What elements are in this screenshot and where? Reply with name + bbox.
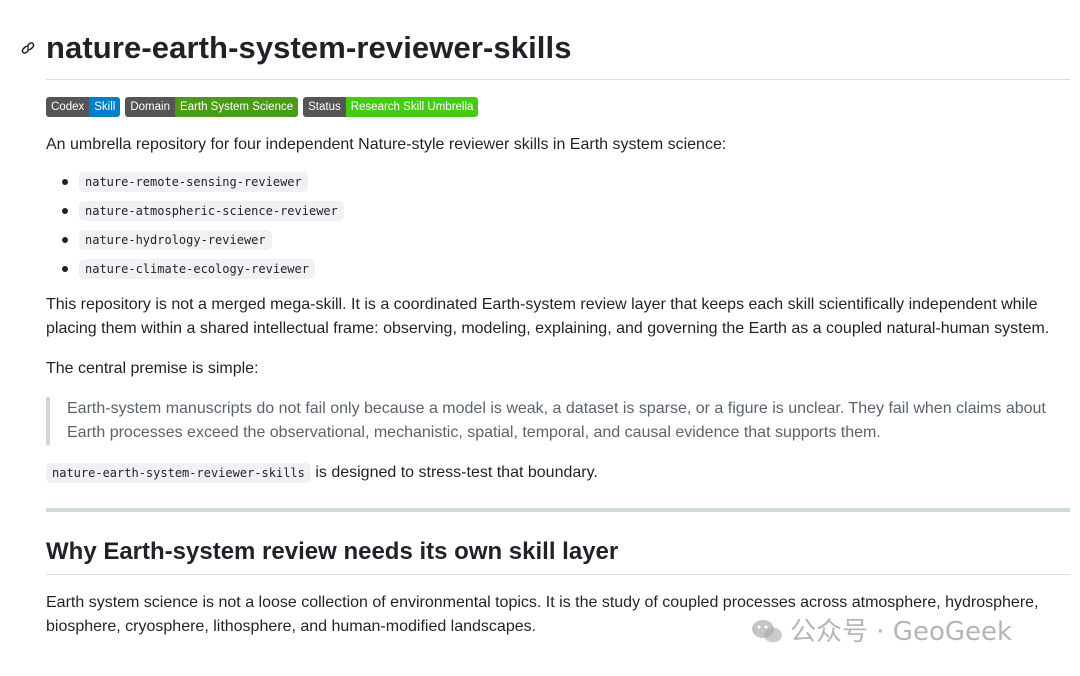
bullet xyxy=(62,266,68,272)
quote-text: Earth-system manuscripts do not fail onl… xyxy=(67,400,1046,441)
badge-value: Research Skill Umbrella xyxy=(345,97,479,117)
badge-value: Earth System Science xyxy=(174,97,299,117)
badge-key: Status xyxy=(303,97,346,117)
section-heading: Why Earth-system review needs its own sk… xyxy=(46,536,1070,575)
skill-code: nature-remote-sensing-reviewer xyxy=(79,171,308,192)
skill-code: nature-climate-ecology-reviewer xyxy=(79,258,315,279)
badge-key: Codex xyxy=(46,97,90,117)
intro-paragraph: An umbrella repository for four independ… xyxy=(46,136,727,153)
boundary-text: is designed to stress-test that boundary… xyxy=(310,464,598,481)
premise-quote: Earth-system manuscripts do not fail onl… xyxy=(46,397,1070,445)
badge-key: Domain xyxy=(125,97,175,117)
page-title: nature-earth-system-reviewer-skills xyxy=(46,30,572,65)
link-icon[interactable] xyxy=(20,40,36,56)
skill-code: nature-hydrology-reviewer xyxy=(79,229,272,250)
description-paragraph: This repository is not a merged mega-ski… xyxy=(46,296,1050,337)
badge-value: Skill xyxy=(89,97,121,117)
list-item: nature-atmospheric-science-reviewer xyxy=(46,196,1070,225)
watermark-text: 公众号 · GeoGeek xyxy=(790,617,1013,647)
section-divider xyxy=(46,508,1070,512)
badge-domain[interactable]: Domain Earth System Science xyxy=(125,97,299,117)
skill-code: nature-atmospheric-science-reviewer xyxy=(79,200,344,221)
premise-paragraph: The central premise is simple: xyxy=(46,360,259,377)
badge-status[interactable]: Status Research Skill Umbrella xyxy=(303,97,479,117)
badge-codex[interactable]: Codex Skill xyxy=(46,97,121,117)
watermark: 公众号 · GeoGeek xyxy=(750,617,1012,647)
heading-block: nature-earth-system-reviewer-skills xyxy=(21,26,1070,80)
bullet xyxy=(62,237,68,243)
bullet xyxy=(62,208,68,214)
list-item: nature-hydrology-reviewer xyxy=(46,225,1070,254)
list-item: nature-remote-sensing-reviewer xyxy=(46,167,1070,196)
boundary-paragraph: nature-earth-system-reviewer-skills is d… xyxy=(46,461,1070,485)
bullet xyxy=(62,179,68,185)
skill-list: nature-remote-sensing-reviewer nature-at… xyxy=(46,167,1070,283)
list-item: nature-climate-ecology-reviewer xyxy=(46,254,1070,283)
wechat-icon xyxy=(752,620,782,643)
repo-code: nature-earth-system-reviewer-skills xyxy=(46,463,311,483)
badge-row: Codex Skill Domain Earth System Science … xyxy=(46,97,1070,117)
